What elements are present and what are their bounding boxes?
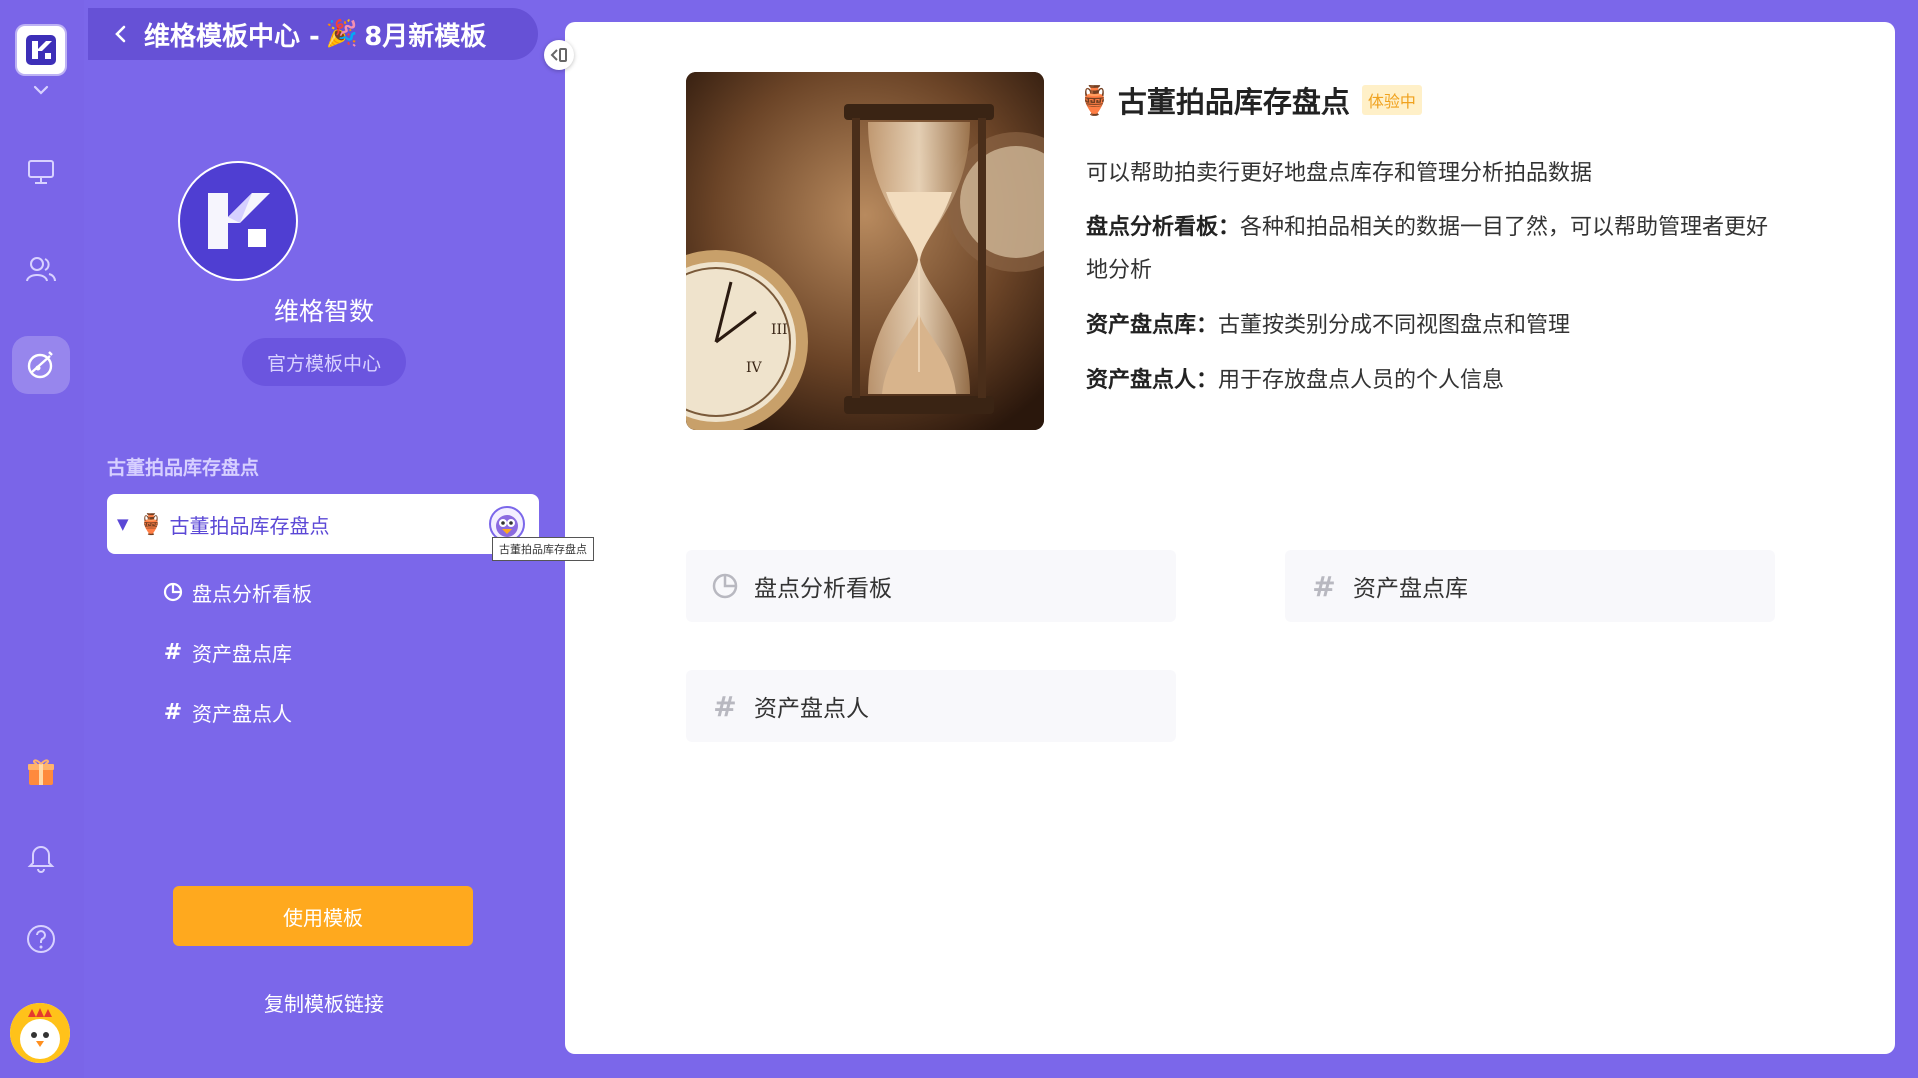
help-icon[interactable] — [22, 920, 60, 958]
dashboard-icon — [162, 581, 184, 603]
view-card-label: 盘点分析看板 — [754, 576, 892, 602]
collapse-sidebar-button[interactable] — [544, 40, 574, 70]
view-card-dashboard[interactable]: 盘点分析看板 — [686, 550, 1176, 622]
view-card-asset-library[interactable]: # 资产盘点库 — [1285, 550, 1775, 622]
feature-asset-staff: 资产盘点人：用于存放盘点人员的个人信息 — [1086, 359, 1786, 402]
vase-icon: 🏺 — [138, 512, 164, 536]
template-intro: 可以帮助拍卖行更好地盘点库存和管理分析拍品数据 — [1086, 161, 1593, 186]
template-center-icon[interactable] — [12, 336, 70, 394]
tooltip: 古董拍品库存盘点 — [492, 537, 594, 561]
app-rail — [0, 0, 85, 1078]
template-section-title: 古董拍品库存盘点 — [107, 457, 260, 479]
official-template-chip[interactable]: 官方模板中心 — [242, 338, 406, 386]
feature-name: 资产盘点人： — [1086, 368, 1219, 393]
feature-name: 盘点分析看板： — [1086, 215, 1241, 240]
tree-item-asset-inventory-staff[interactable]: # 资产盘点人 — [162, 694, 292, 730]
use-template-button[interactable]: 使用模板 — [173, 886, 473, 946]
feature-text: 用于存放盘点人员的个人信息 — [1218, 368, 1505, 393]
workspace-logo[interactable] — [17, 26, 65, 74]
svg-text:III: III — [771, 322, 788, 338]
caret-down-icon[interactable]: ▼ — [117, 515, 129, 533]
chevron-left-icon[interactable] — [110, 23, 132, 45]
space-avatar — [178, 161, 298, 281]
hourglass-clock-image: IV III — [686, 72, 1044, 430]
monitor-icon[interactable] — [22, 153, 60, 191]
copy-template-link[interactable]: 复制模板链接 — [84, 988, 564, 1017]
collapse-icon — [550, 48, 567, 62]
owl-avatar-icon — [496, 515, 518, 537]
space-name: 维格智数 — [273, 297, 374, 326]
view-card-label: 资产盘点库 — [1353, 576, 1468, 602]
hash-icon: # — [163, 699, 183, 725]
party-popper-icon: 🎉 — [325, 19, 359, 49]
hash-icon: # — [163, 639, 183, 665]
template-title-row: 🏺 古董拍品库存盘点 体验中 — [1077, 74, 1422, 126]
feature-asset-library: 资产盘点库：古董按类别分成不同视图盘点和管理 — [1086, 304, 1786, 347]
template-tree-root[interactable]: ▼ 🏺 古董拍品库存盘点 — [107, 494, 539, 554]
chevron-down-icon[interactable] — [30, 82, 52, 98]
template-detail-panel: IV III 🏺 古董拍品库存盘点 体验中 可以帮助拍卖行更好地盘点库存和管理分… — [565, 22, 1895, 1054]
header-title: 维格模板中心 - — [144, 21, 320, 52]
gift-icon[interactable] — [22, 752, 60, 790]
tree-item-label: 资产盘点库 — [192, 641, 292, 666]
vika-logo-icon — [26, 35, 56, 65]
dashboard-icon — [710, 571, 740, 601]
header-subtitle: 8月新模板 — [364, 21, 487, 52]
svg-text:IV: IV — [746, 360, 763, 376]
tree-item-label: 盘点分析看板 — [192, 581, 312, 606]
chick-avatar-icon — [10, 1003, 70, 1063]
tree-item-dashboard[interactable]: 盘点分析看板 — [162, 574, 312, 610]
vase-icon: 🏺 — [1077, 83, 1112, 117]
feature-name: 资产盘点库： — [1086, 313, 1219, 338]
tree-item-asset-library[interactable]: # 资产盘点库 — [162, 634, 292, 670]
feature-dashboard: 盘点分析看板：各种和拍品相关的数据一目了然，可以帮助管理者更好地分析 — [1086, 206, 1786, 292]
template-title: 古董拍品库存盘点 — [1117, 85, 1350, 119]
view-card-asset-staff[interactable]: # 资产盘点人 — [686, 670, 1176, 742]
user-avatar[interactable] — [10, 1003, 70, 1063]
hash-icon: # — [1312, 569, 1336, 603]
template-cover-image: IV III — [686, 72, 1044, 430]
feature-text: 古董按类别分成不同视图盘点和管理 — [1218, 313, 1571, 338]
tree-item-label: 资产盘点人 — [192, 701, 292, 726]
template-center-header[interactable]: 维格模板中心 - 🎉 8月新模板 — [88, 8, 538, 60]
tree-root-label: 古董拍品库存盘点 — [169, 513, 330, 538]
bell-icon[interactable] — [22, 838, 60, 876]
hash-icon: # — [713, 689, 737, 723]
members-icon[interactable] — [22, 250, 60, 288]
status-badge: 体验中 — [1361, 85, 1422, 115]
vika-logo-icon — [208, 193, 270, 249]
view-card-label: 资产盘点人 — [754, 696, 869, 722]
